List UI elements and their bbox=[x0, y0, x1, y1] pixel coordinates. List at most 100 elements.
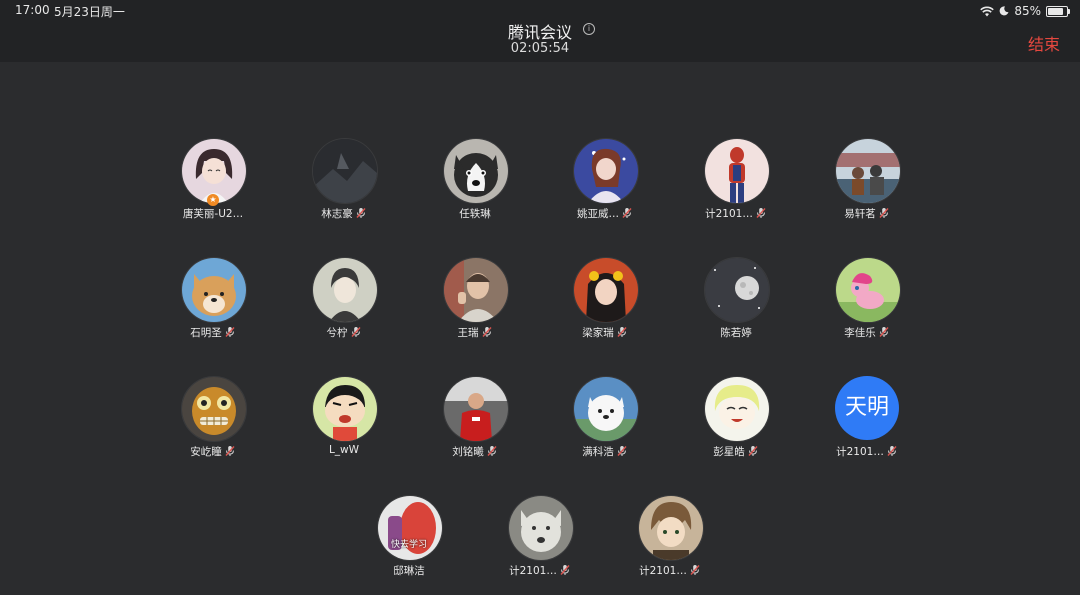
participant-name: 满科浩 bbox=[582, 446, 614, 458]
participant-tile[interactable]: 计2101… bbox=[620, 495, 720, 595]
participant-name: 安屹瞳 bbox=[190, 446, 222, 458]
avatar[interactable] bbox=[181, 376, 247, 442]
mic-muted-icon bbox=[350, 326, 362, 338]
mic-muted-icon bbox=[616, 445, 628, 457]
avatar[interactable] bbox=[312, 376, 378, 442]
participant-name-row: 石明圣 bbox=[153, 325, 273, 340]
avatar[interactable] bbox=[835, 138, 901, 204]
participant-name: 李佳乐 bbox=[844, 327, 876, 339]
end-meeting-button[interactable]: 结束 bbox=[1028, 31, 1060, 55]
participant-name: 邸琳洁 bbox=[393, 565, 425, 577]
participant-name-row: 彭星皓 bbox=[676, 444, 796, 459]
mic-muted-icon bbox=[878, 207, 890, 219]
participant-name: 石明圣 bbox=[190, 327, 222, 339]
avatar[interactable] bbox=[835, 257, 901, 323]
participant-tile[interactable]: 任轶琳 bbox=[425, 138, 525, 238]
participant-name-row: 梁家瑞 bbox=[545, 325, 665, 340]
participant-name-row: 计2101… bbox=[676, 206, 796, 221]
meeting-header: 17:00 5月23日周一 85% 腾讯会议 i 02:05:54 结束 bbox=[0, 0, 1080, 62]
participant-name: 王瑞 bbox=[457, 327, 479, 339]
participant-name-row: 唐芙丽-U2… bbox=[153, 206, 273, 221]
participant-tile[interactable]: L_wW bbox=[294, 376, 394, 476]
participant-name: 计2101… bbox=[836, 446, 884, 458]
participant-name-row: 王瑞 bbox=[415, 325, 535, 340]
avatar[interactable] bbox=[312, 138, 378, 204]
avatar[interactable] bbox=[508, 495, 574, 561]
participant-tile[interactable]: 王瑞 bbox=[425, 257, 525, 357]
participant-name-row: 计2101… bbox=[610, 563, 730, 578]
participant-tile[interactable]: 天明计2101… bbox=[817, 376, 917, 476]
mic-muted-icon bbox=[559, 564, 571, 576]
participant-name: L_wW bbox=[328, 444, 360, 456]
avatar[interactable] bbox=[312, 257, 378, 323]
participant-name-row: 姚亚威… bbox=[545, 206, 665, 221]
avatar[interactable] bbox=[573, 138, 639, 204]
participant-name: 计2101… bbox=[639, 565, 687, 577]
participant-tile[interactable]: 李佳乐 bbox=[817, 257, 917, 357]
participant-name-row: L_wW bbox=[284, 444, 404, 456]
participant-tile[interactable]: 林志豪 bbox=[294, 138, 394, 238]
avatar[interactable] bbox=[638, 495, 704, 561]
participant-name-row: 刘铭曦 bbox=[415, 444, 535, 459]
mic-muted-icon bbox=[621, 207, 633, 219]
participant-name: 林志豪 bbox=[321, 208, 353, 220]
mic-muted-icon bbox=[355, 207, 367, 219]
participant-name: 唐芙丽-U2… bbox=[182, 208, 244, 220]
participant-tile[interactable]: 安屹瞳 bbox=[163, 376, 263, 476]
participant-tile[interactable]: 石明圣 bbox=[163, 257, 263, 357]
participant-tile[interactable]: 姚亚威… bbox=[555, 138, 655, 238]
avatar[interactable] bbox=[443, 257, 509, 323]
participant-name-row: 易轩茗 bbox=[807, 206, 927, 221]
participant-tile[interactable]: 彭星皓 bbox=[686, 376, 786, 476]
participant-tile[interactable]: 计2101… bbox=[490, 495, 590, 595]
avatar[interactable] bbox=[573, 376, 639, 442]
battery-icon bbox=[1046, 5, 1070, 17]
meeting-title: 腾讯会议 bbox=[507, 23, 572, 42]
host-badge-icon: ★ bbox=[207, 194, 219, 206]
participant-name-row: 兮柠 bbox=[284, 325, 404, 340]
participant-name: 兮柠 bbox=[326, 327, 348, 339]
avatar[interactable] bbox=[704, 257, 770, 323]
participant-tile[interactable]: 满科浩 bbox=[555, 376, 655, 476]
participant-tile[interactable]: 计2101… bbox=[686, 138, 786, 238]
avatar-caption: 快去学习 bbox=[390, 540, 427, 550]
avatar[interactable] bbox=[181, 257, 247, 323]
participant-name-row: 林志豪 bbox=[284, 206, 404, 221]
participant-tile[interactable]: 快去学习 邸琳洁 bbox=[359, 495, 459, 595]
avatar[interactable]: 天明 bbox=[835, 376, 899, 440]
avatar[interactable] bbox=[443, 138, 509, 204]
participant-name: 彭星皓 bbox=[713, 446, 745, 458]
participant-name: 刘铭曦 bbox=[452, 446, 484, 458]
mic-muted-icon bbox=[689, 564, 701, 576]
mic-muted-icon bbox=[878, 326, 890, 338]
participant-tile[interactable]: 梁家瑞 bbox=[555, 257, 655, 357]
wifi-icon bbox=[980, 6, 995, 16]
participant-tile[interactable]: 兮柠 bbox=[294, 257, 394, 357]
participant-name-row: 满科浩 bbox=[545, 444, 665, 459]
info-icon[interactable]: i bbox=[583, 23, 595, 35]
participant-name: 姚亚威… bbox=[577, 208, 619, 220]
status-indicators: 85% bbox=[980, 3, 1070, 19]
moon-icon bbox=[999, 6, 1009, 16]
status-date: 5月23日周一 bbox=[54, 5, 125, 19]
battery-fill bbox=[1048, 7, 1064, 15]
avatar[interactable] bbox=[443, 376, 509, 442]
participant-tile[interactable]: ★ 唐芙丽-U2… bbox=[163, 138, 263, 238]
mic-muted-icon bbox=[481, 326, 493, 338]
participant-name-row: 李佳乐 bbox=[807, 325, 927, 340]
avatar[interactable] bbox=[704, 138, 770, 204]
mic-muted-icon bbox=[747, 445, 759, 457]
participant-tile[interactable]: 易轩茗 bbox=[817, 138, 917, 238]
mic-muted-icon bbox=[224, 326, 236, 338]
participant-tile[interactable]: 刘铭曦 bbox=[425, 376, 525, 476]
meeting-timer: 02:05:54 bbox=[510, 41, 570, 56]
mic-muted-icon bbox=[224, 445, 236, 457]
mic-muted-icon bbox=[616, 326, 628, 338]
participant-name: 梁家瑞 bbox=[582, 327, 614, 339]
avatar[interactable] bbox=[704, 376, 770, 442]
participant-name: 计2101… bbox=[705, 208, 753, 220]
avatar[interactable] bbox=[377, 495, 443, 561]
participant-tile[interactable]: 陈若婷 bbox=[686, 257, 786, 357]
participant-name-row: 安屹瞳 bbox=[153, 444, 273, 459]
avatar[interactable] bbox=[573, 257, 639, 323]
